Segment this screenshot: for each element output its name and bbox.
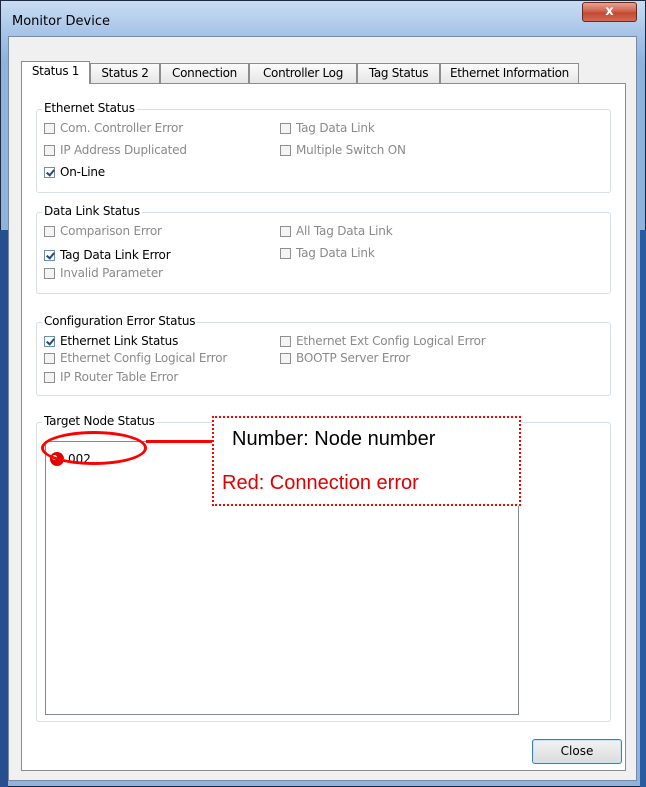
- checkbox-label: Tag Data Link: [296, 121, 375, 135]
- checkbox-box[interactable]: [280, 225, 291, 237]
- checkbox-label: On-Line: [60, 165, 105, 179]
- checkbox-box-checked[interactable]: [44, 166, 55, 178]
- checkbox-box[interactable]: [44, 267, 55, 279]
- window-border-right: [640, 230, 646, 787]
- annotation-ellipse: [41, 431, 147, 465]
- checkbox-bootp-server-error[interactable]: BOOTP Server Error: [280, 350, 410, 366]
- checkbox-box-checked[interactable]: [44, 335, 55, 347]
- checkbox-invalid-parameter[interactable]: Invalid Parameter: [44, 265, 163, 281]
- checkbox-label: IP Router Table Error: [60, 370, 179, 384]
- checkbox-multiple-switch-on[interactable]: Multiple Switch ON: [280, 142, 406, 158]
- group-ethernet-status: Ethernet Status Com. Controller Error Ta…: [36, 101, 611, 193]
- group-legend: Data Link Status: [42, 204, 142, 218]
- checkbox-box[interactable]: [280, 352, 291, 364]
- checkbox-label: Com. Controller Error: [60, 121, 183, 135]
- checkbox-label: Ethernet Link Status: [60, 334, 179, 348]
- checkbox-on-line[interactable]: On-Line: [44, 164, 105, 180]
- checkbox-tag-data-link-error[interactable]: Tag Data Link Error: [44, 247, 171, 263]
- checkbox-tag-data-link-2[interactable]: Tag Data Link: [280, 245, 375, 261]
- checkbox-box[interactable]: [44, 122, 55, 134]
- close-button[interactable]: Close: [532, 739, 622, 764]
- annotation-text-connection-error: Red: Connection error: [222, 472, 419, 494]
- tab-tag-status[interactable]: Tag Status: [357, 63, 440, 83]
- checkbox-box[interactable]: [44, 352, 55, 364]
- group-legend: Configuration Error Status: [42, 314, 198, 328]
- group-data-link-status: Data Link Status Comparison Error All Ta…: [36, 204, 611, 294]
- checkbox-box[interactable]: [280, 144, 291, 156]
- window-close-icon[interactable]: x: [582, 2, 637, 22]
- checkbox-label: Comparison Error: [60, 224, 162, 238]
- checkbox-ip-address-duplicated[interactable]: IP Address Duplicated: [44, 142, 187, 158]
- group-configuration-error-status: Configuration Error Status Ethernet Link…: [36, 314, 611, 396]
- checkbox-box[interactable]: [280, 247, 291, 259]
- checkbox-label: Tag Data Link Error: [60, 248, 171, 262]
- group-legend: Ethernet Status: [42, 101, 137, 115]
- tab-connection[interactable]: Connection: [160, 63, 249, 83]
- group-legend: Target Node Status: [42, 414, 157, 428]
- window-border-left: [0, 230, 8, 787]
- checkbox-ip-router-table-error[interactable]: IP Router Table Error: [44, 369, 178, 385]
- checkbox-box[interactable]: [44, 371, 55, 383]
- checkbox-label: Multiple Switch ON: [296, 143, 406, 157]
- checkbox-comparison-error[interactable]: Comparison Error: [44, 223, 162, 239]
- annotation-callout: Number: Node number Red: Connection erro…: [212, 416, 521, 506]
- checkbox-box[interactable]: [44, 144, 55, 156]
- checkbox-label: Ethernet Ext Config Logical Error: [296, 334, 486, 348]
- tab-status-2[interactable]: Status 2: [90, 63, 160, 83]
- window-title: Monitor Device: [12, 14, 111, 29]
- tab-controller-log[interactable]: Controller Log: [249, 63, 357, 83]
- annotation-leader-line: [146, 440, 214, 443]
- tab-ethernet-information[interactable]: Ethernet Information: [440, 63, 579, 83]
- annotation-text-node-number: Number: Node number: [232, 428, 436, 450]
- checkbox-label: Tag Data Link: [296, 246, 375, 260]
- tab-status-1[interactable]: Status 1: [21, 61, 90, 84]
- checkbox-box-checked[interactable]: [44, 249, 55, 261]
- checkbox-ethernet-link-status[interactable]: Ethernet Link Status: [44, 333, 178, 349]
- checkbox-com-controller-error[interactable]: Com. Controller Error: [44, 120, 183, 136]
- checkbox-all-tag-data-link[interactable]: All Tag Data Link: [280, 223, 393, 239]
- dialog-client: Status 1 Status 2 Connection Controller …: [8, 36, 637, 781]
- checkbox-label: BOOTP Server Error: [296, 351, 411, 365]
- checkbox-label: IP Address Duplicated: [60, 143, 187, 157]
- checkbox-ethernet-ext-config-logical-error[interactable]: Ethernet Ext Config Logical Error: [280, 333, 486, 349]
- checkbox-box[interactable]: [280, 122, 291, 134]
- checkbox-label: Invalid Parameter: [60, 266, 163, 280]
- checkbox-box[interactable]: [44, 225, 55, 237]
- checkbox-label: All Tag Data Link: [296, 224, 393, 238]
- checkbox-label: Ethernet Config Logical Error: [60, 351, 228, 365]
- checkbox-ethernet-config-logical-error[interactable]: Ethernet Config Logical Error: [44, 350, 227, 366]
- checkbox-tag-data-link[interactable]: Tag Data Link: [280, 120, 375, 136]
- checkbox-box[interactable]: [280, 335, 291, 347]
